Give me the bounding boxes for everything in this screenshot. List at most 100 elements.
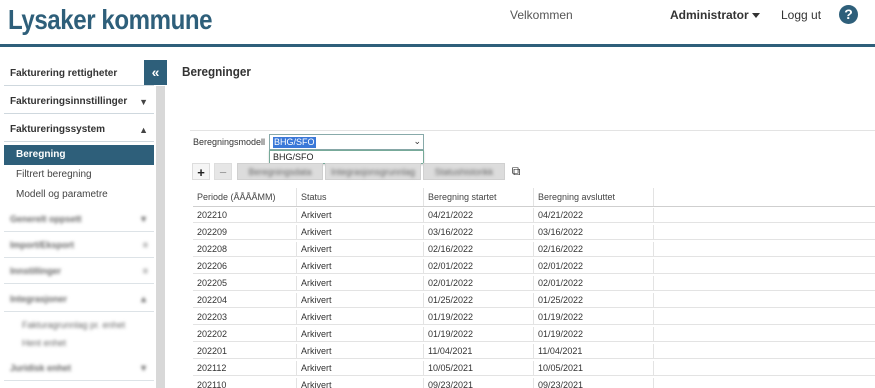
table-cell: 202203	[193, 310, 297, 324]
integrasjonsgrunnlag-button[interactable]: Integrasjonsgrunnlag	[325, 163, 421, 180]
table-row[interactable]: 202112 Arkivert 10/05/2021 10/05/2021	[193, 361, 875, 376]
model-label: Beregningsmodell	[193, 137, 266, 147]
table-row[interactable]: 202206 Arkivert 02/01/2022 02/01/2022	[193, 259, 875, 274]
remove-button[interactable]: −	[214, 163, 232, 180]
table-cell: Arkivert	[297, 242, 424, 256]
beregningsdata-button[interactable]: Beregningsdata	[237, 163, 323, 180]
sidebar-section-faktureringssystem[interactable]: Faktureringssystem ▲	[4, 118, 154, 142]
dropdown-option[interactable]: BHG/SFO	[273, 152, 314, 162]
table-cell: 03/16/2022	[534, 225, 654, 239]
table-cell: 04/21/2022	[534, 208, 654, 222]
sidebar-section-label: Generelt oppsett	[10, 214, 82, 224]
sidebar-section-blurred-5[interactable]: Juridisk enhet ▼	[4, 355, 154, 381]
sidebar-section-blurred-1[interactable]: Generelt oppsett ▼	[4, 206, 154, 232]
column-header-periode[interactable]: Periode (ÅÅÅÅMM)	[193, 188, 297, 206]
table-row[interactable]: 202208 Arkivert 02/16/2022 02/16/2022	[193, 242, 875, 257]
table-cell: 03/16/2022	[424, 225, 534, 239]
table-cell: Arkivert	[297, 225, 424, 239]
table-cell: 01/19/2022	[424, 310, 534, 324]
sidebar-section-fakturering-rettigheter[interactable]: Fakturering rettigheter	[4, 62, 154, 86]
sidebar-section-blurred-2[interactable]: Import/Eksport ≡	[4, 232, 154, 258]
table-cell: 09/23/2021	[424, 378, 534, 388]
table-cell: 01/19/2022	[534, 327, 654, 341]
sidebar-section-label: Juridisk enhet	[10, 363, 72, 373]
table-cell: 10/05/2021	[424, 361, 534, 375]
table-row[interactable]: 202210 Arkivert 04/21/2022 04/21/2022	[193, 208, 875, 223]
chevron-down-icon: ▼	[139, 97, 148, 107]
sidebar-section-blurred-3[interactable]: Innstillinger ≡	[4, 258, 154, 284]
sidebar-section-label: Fakturering rettigheter	[10, 68, 118, 79]
add-button[interactable]: +	[192, 163, 210, 180]
table-cell: 10/05/2021	[534, 361, 654, 375]
table-row[interactable]: 202209 Arkivert 03/16/2022 03/16/2022	[193, 225, 875, 240]
table-cell: 202208	[193, 242, 297, 256]
chevron-down-icon	[751, 13, 760, 19]
table-cell: Arkivert	[297, 276, 424, 290]
table-cell: 11/04/2021	[424, 344, 534, 358]
user-menu[interactable]: Administrator	[670, 8, 760, 22]
table-cell: Arkivert	[297, 327, 424, 341]
table-cell: 04/21/2022	[424, 208, 534, 222]
help-icon[interactable]: ?	[839, 5, 858, 24]
table-row[interactable]: 202205 Arkivert 02/01/2022 02/01/2022	[193, 276, 875, 291]
table-header: Periode (ÅÅÅÅMM) Status Beregning starte…	[193, 188, 875, 207]
table-cell: Arkivert	[297, 208, 424, 222]
table-cell: 202202	[193, 327, 297, 341]
table-cell: Arkivert	[297, 344, 424, 358]
sidebar-section-label: Innstillinger	[10, 266, 62, 276]
table-cell: 202204	[193, 293, 297, 307]
chevron-up-icon: ▲	[139, 294, 148, 304]
table-cell: 01/25/2022	[534, 293, 654, 307]
table-cell: 202110	[193, 378, 297, 388]
table-cell: 11/04/2021	[534, 344, 654, 358]
external-link-icon[interactable]: ⧉	[508, 163, 524, 180]
sidebar-item-modell-og-parametre[interactable]: Modell og parametre	[4, 185, 154, 205]
table-cell: 202201	[193, 344, 297, 358]
sidebar-item-beregning[interactable]: Beregning	[4, 145, 154, 165]
column-header-beregning-avsluttet[interactable]: Beregning avsluttet	[534, 188, 654, 206]
panel-divider	[190, 130, 875, 131]
sidebar-section-label: Integrasjoner	[10, 294, 68, 304]
table-row[interactable]: 202204 Arkivert 01/25/2022 01/25/2022	[193, 293, 875, 308]
sidebar-item-blurred-1[interactable]: Fakturagrunnlag pr. enhet	[4, 316, 154, 334]
sidebar-section-label: Faktureringsinnstillinger	[10, 96, 128, 107]
statushistorikk-button[interactable]: Statushistorikk	[423, 163, 505, 180]
chevron-down-icon: ▼	[139, 363, 148, 373]
table-cell: 02/01/2022	[424, 259, 534, 273]
chevron-up-icon: ▲	[139, 125, 148, 135]
table-cell: 202112	[193, 361, 297, 375]
table-cell: Arkivert	[297, 310, 424, 324]
sidebar-section-blurred-4[interactable]: Integrasjoner ▲	[4, 286, 154, 312]
sidebar-section-faktureringsinnstillinger[interactable]: Faktureringsinnstillinger ▼	[4, 90, 154, 114]
column-header-status[interactable]: Status	[297, 188, 424, 206]
table-cell: 02/01/2022	[534, 259, 654, 273]
sidebar-item-filtrert-beregning[interactable]: Filtrert beregning	[4, 165, 154, 185]
column-header-beregning-startet[interactable]: Beregning startet	[424, 188, 534, 206]
button-label: Beregningsdata	[248, 167, 312, 177]
page-title: Beregninger	[182, 64, 251, 79]
table-cell: 01/19/2022	[424, 327, 534, 341]
chevron-down-icon: ▼	[139, 214, 148, 224]
model-select[interactable]: BHG/SFO ⌄	[269, 134, 424, 150]
sidebar-scrollbar[interactable]	[156, 86, 165, 388]
welcome-text: Velkommen	[510, 8, 573, 22]
table-row[interactable]: 202202 Arkivert 01/19/2022 01/19/2022	[193, 327, 875, 342]
button-label: Statushistorikk	[434, 167, 494, 177]
table-cell: 02/01/2022	[534, 276, 654, 290]
table-cell: Arkivert	[297, 293, 424, 307]
menu-icon: ≡	[142, 266, 148, 276]
logout-link[interactable]: Logg ut	[781, 8, 821, 22]
table-row[interactable]: 202110 Arkivert 09/23/2021 09/23/2021	[193, 378, 875, 388]
user-menu-label: Administrator	[670, 8, 749, 22]
model-dropdown-list: BHG/SFO	[269, 150, 424, 164]
sidebar-section-label: Faktureringssystem	[10, 124, 106, 135]
chevron-down-icon: ⌄	[413, 136, 421, 146]
table-cell: 202209	[193, 225, 297, 239]
table-cell: 02/01/2022	[424, 276, 534, 290]
sidebar-item-label: Hent enhet	[22, 338, 67, 348]
sidebar-item-blurred-2[interactable]: Hent enhet	[4, 334, 154, 352]
app-logo[interactable]: Lysaker kommune	[8, 4, 213, 36]
table-cell: 02/16/2022	[424, 242, 534, 256]
table-row[interactable]: 202203 Arkivert 01/19/2022 01/19/2022	[193, 310, 875, 325]
table-row[interactable]: 202201 Arkivert 11/04/2021 11/04/2021	[193, 344, 875, 359]
